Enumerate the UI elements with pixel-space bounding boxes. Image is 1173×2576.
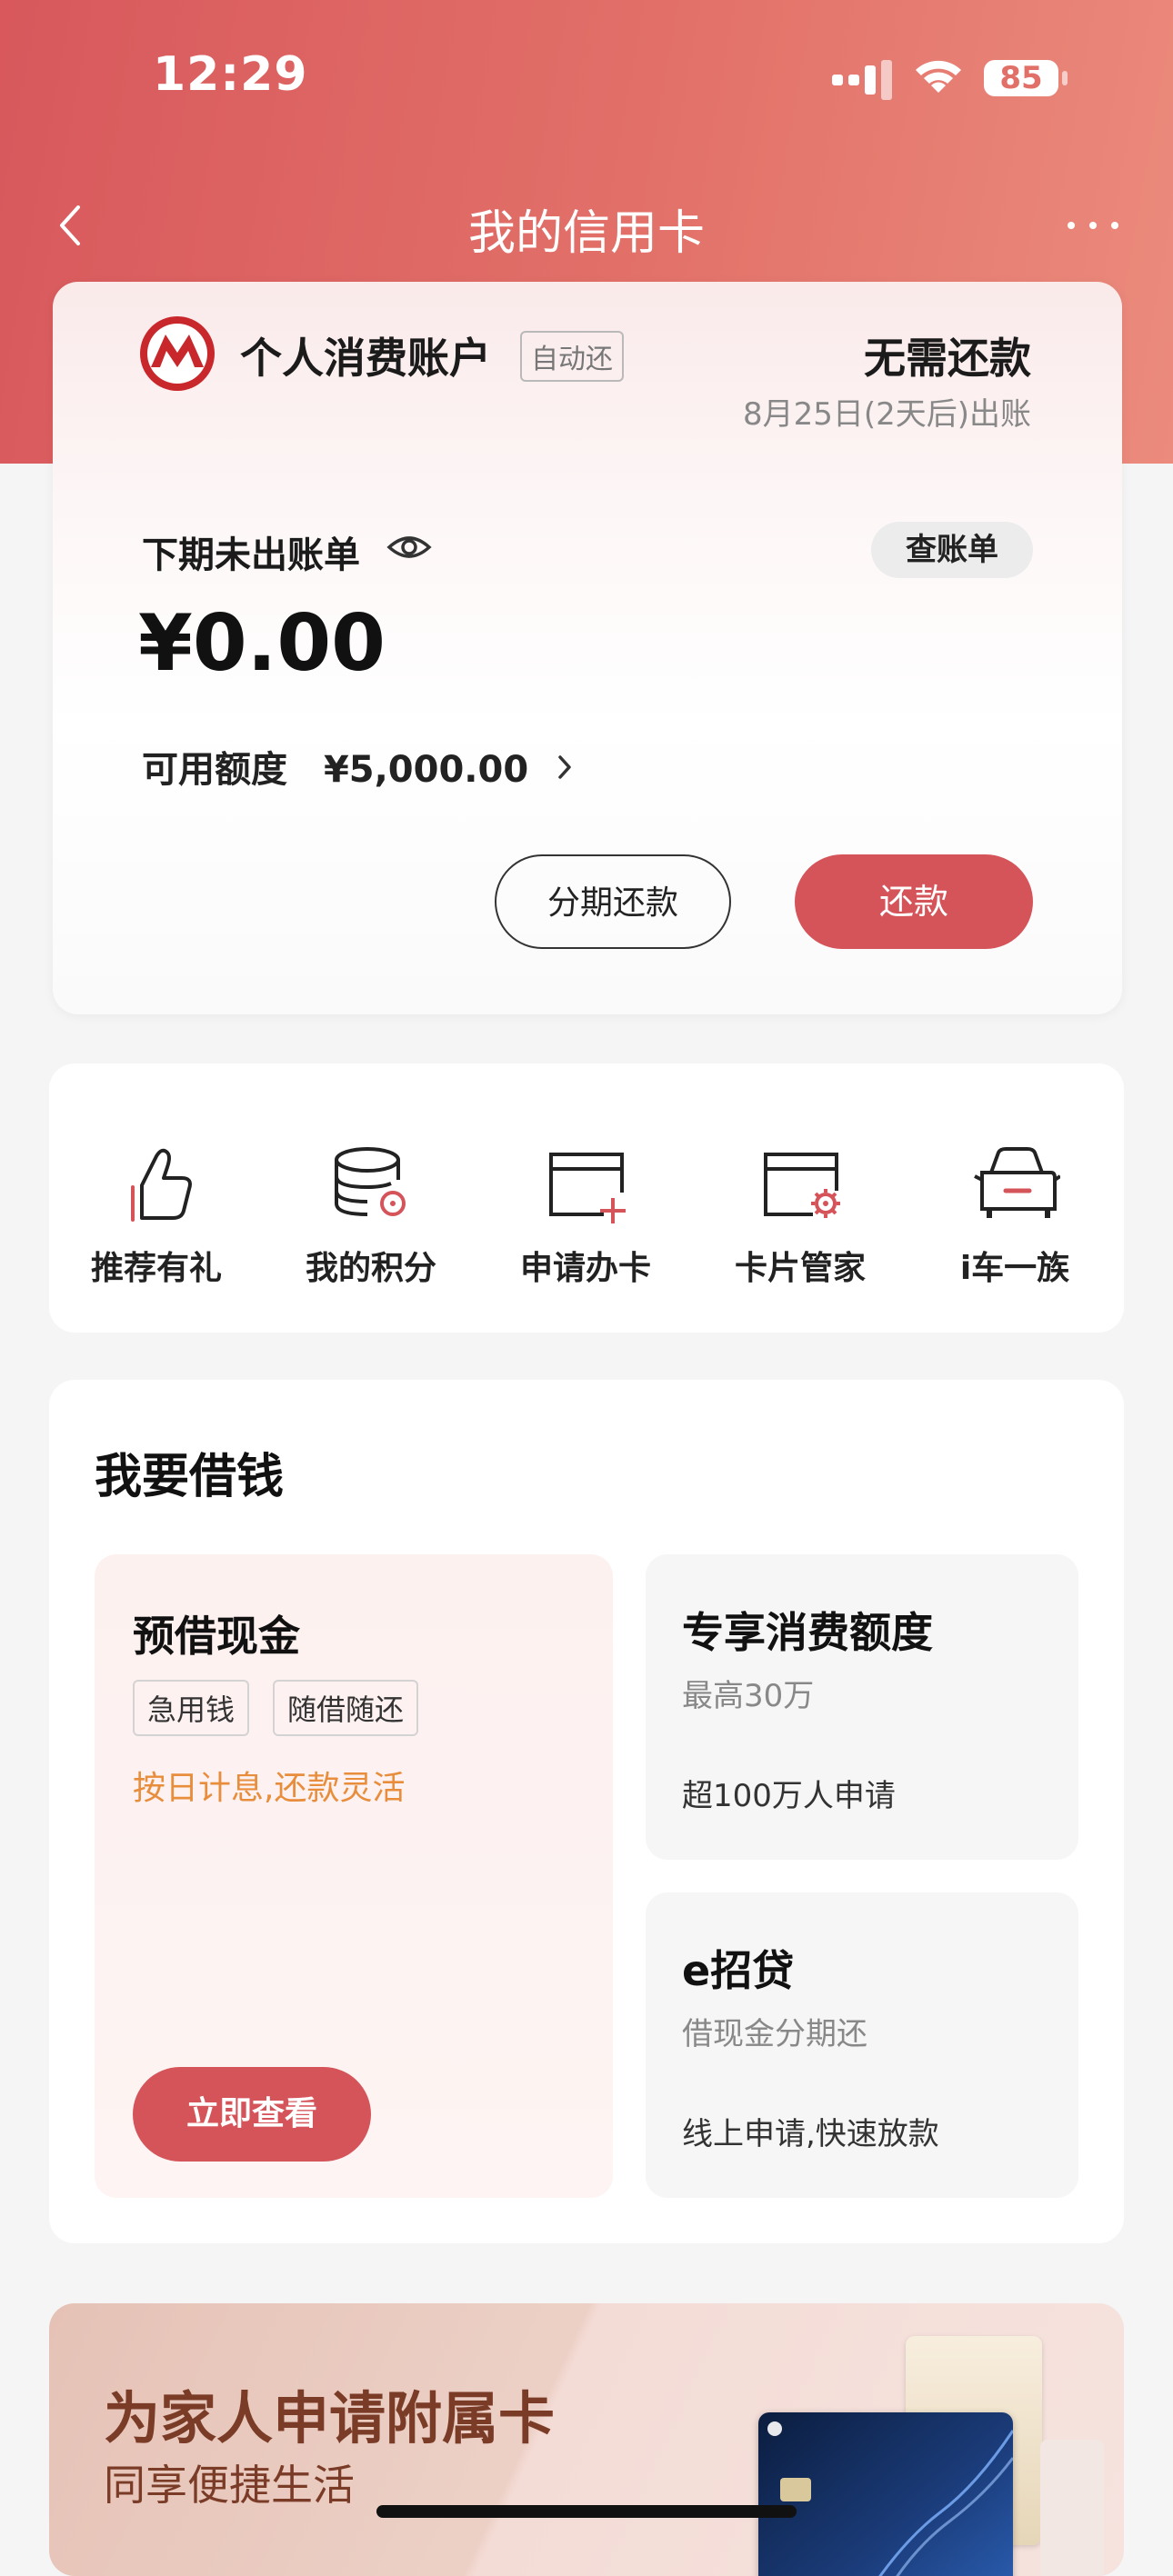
- home-indicator: [376, 2505, 797, 2518]
- status-time: 12:29: [153, 47, 308, 102]
- banner-title: 为家人申请附属卡: [104, 2385, 556, 2451]
- borrow-section: 我要借钱 预借现金 急用钱 随借随还 按日计息,还款灵活 立即查看 专享消费额度…: [49, 1380, 1124, 2243]
- thumbs-up-icon: [131, 1148, 192, 1222]
- shortcut-grid: 推荐有礼 我的积分 申请办卡 卡片管家 i车一族: [49, 1063, 1124, 1333]
- eloan-title: e招贷: [682, 1946, 795, 1995]
- bill-amount: ¥0.00: [138, 598, 386, 689]
- card-dna-graphic: [767, 2421, 1015, 2576]
- account-name: 个人消费账户: [240, 334, 491, 383]
- shortcut-apply-card[interactable]: 申请办卡: [478, 1063, 693, 1333]
- card-image-partial: [1040, 2440, 1104, 2576]
- next-bill-label: 下期未出账单: [142, 534, 360, 576]
- battery-level: 85: [999, 60, 1043, 96]
- status-bar: 12:29 85: [0, 0, 1173, 155]
- tag-urgent: 急用钱: [133, 1680, 250, 1736]
- battery-indicator: 85: [982, 56, 1069, 100]
- points-stack-icon: [335, 1147, 406, 1216]
- shortcut-car-club[interactable]: i车一族: [907, 1063, 1122, 1333]
- page-title: 我的信用卡: [467, 206, 705, 261]
- wifi-icon: [916, 60, 961, 93]
- view-bill-button[interactable]: 查账单: [871, 522, 1033, 578]
- pre-cash-title: 预借现金: [133, 1612, 300, 1661]
- limit-label: 可用额度: [142, 749, 287, 791]
- exclusive-sub: 最高30万: [682, 1678, 815, 1714]
- account-card: 个人消费账户 自动还 无需还款 8月25日(2天后)出账 下期未出账单 查账单 …: [53, 282, 1122, 1014]
- eloan-desc: 线上申请,快速放款: [682, 2116, 939, 2152]
- shortcut-label: 我的积分: [305, 1250, 436, 1287]
- bill-date: 8月25日(2天后)出账: [742, 396, 1031, 433]
- exclusive-credit-card[interactable]: 专享消费额度 最高30万 超100万人申请: [646, 1554, 1078, 1860]
- shortcut-card-manager[interactable]: 卡片管家: [693, 1063, 907, 1333]
- eloan-sub: 借现金分期还: [682, 2016, 867, 2052]
- pre-cash-card[interactable]: 预借现金 急用钱 随借随还 按日计息,还款灵活 立即查看: [95, 1554, 613, 2198]
- shortcut-points[interactable]: 我的积分: [264, 1063, 478, 1333]
- auto-repay-badge: 自动还: [520, 331, 624, 382]
- shortcut-label: 卡片管家: [734, 1250, 866, 1287]
- navigation-bar: 我的信用卡: [0, 182, 1173, 264]
- available-limit[interactable]: 可用额度 ¥5,000.00: [142, 740, 574, 793]
- section-title: 我要借钱: [95, 1450, 285, 1504]
- chevron-right-icon: [558, 755, 571, 779]
- more-options-icon[interactable]: [1064, 198, 1122, 253]
- repay-button[interactable]: 还款: [795, 854, 1033, 949]
- bank-logo: [140, 316, 215, 391]
- car-icon: [974, 1147, 1060, 1218]
- pre-cash-desc: 按日计息,还款灵活: [133, 1770, 406, 1807]
- banner-subtitle: 同享便捷生活: [104, 2461, 355, 2510]
- installment-repay-button[interactable]: 分期还款: [495, 854, 731, 949]
- supplementary-card-banner[interactable]: 为家人申请附属卡 同享便捷生活: [49, 2303, 1124, 2576]
- shortcut-label: 推荐有礼: [90, 1250, 222, 1287]
- limit-value: ¥5,000.00: [323, 749, 529, 791]
- tag-flexible: 随借随还: [273, 1680, 419, 1736]
- shortcut-label: i车一族: [959, 1250, 1070, 1287]
- card-add-icon: [549, 1153, 626, 1223]
- eloan-card[interactable]: e招贷 借现金分期还 线上申请,快速放款: [646, 1892, 1078, 2198]
- cellular-signal-icon: [832, 60, 892, 100]
- repay-status: 无需还款: [864, 334, 1031, 383]
- shortcut-label: 申请办卡: [519, 1250, 651, 1287]
- shortcut-referral[interactable]: 推荐有礼: [49, 1063, 264, 1333]
- card-image-blue: [758, 2412, 1015, 2576]
- card-settings-icon: [764, 1153, 840, 1218]
- eye-icon[interactable]: [386, 527, 433, 567]
- exclusive-desc: 超100万人申请: [682, 1778, 896, 1814]
- view-now-button[interactable]: 立即查看: [133, 2067, 371, 2162]
- exclusive-title: 专享消费额度: [682, 1608, 933, 1657]
